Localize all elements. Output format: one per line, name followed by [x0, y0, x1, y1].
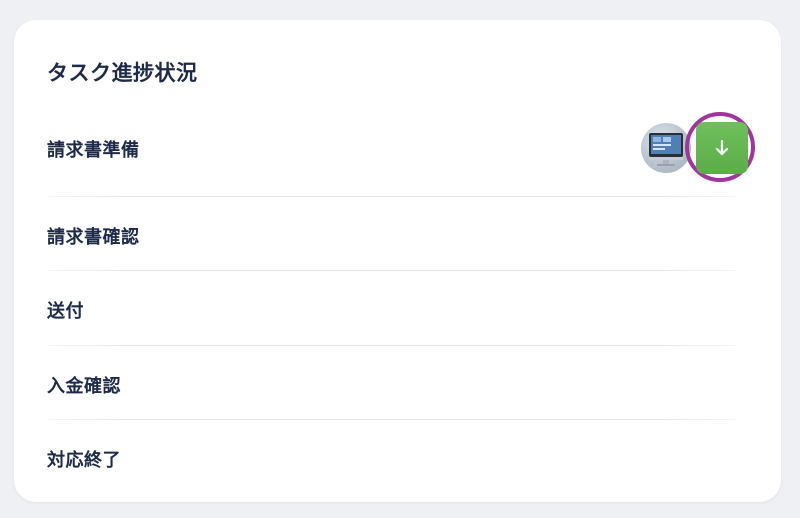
- task-row-invoice-prep: 請求書準備: [47, 140, 140, 161]
- divider: [47, 345, 737, 346]
- assignee-avatar: [641, 123, 691, 173]
- divider: [47, 196, 737, 197]
- divider: [47, 270, 737, 271]
- task-row-send: 送付: [47, 301, 84, 322]
- task-progress-card: タスク進捗状況 請求書準備 請求書確認 送付 入金確認 対応終了: [14, 20, 781, 502]
- task-row-complete: 対応終了: [47, 450, 121, 471]
- card-title: タスク進捗状況: [47, 61, 198, 85]
- computer-monitor-icon: [649, 133, 683, 166]
- task-row-payment-check: 入金確認: [47, 376, 121, 397]
- task-row-invoice-check: 請求書確認: [47, 227, 140, 248]
- download-button[interactable]: [696, 122, 748, 174]
- divider: [47, 419, 737, 420]
- arrow-down-icon: [715, 139, 729, 156]
